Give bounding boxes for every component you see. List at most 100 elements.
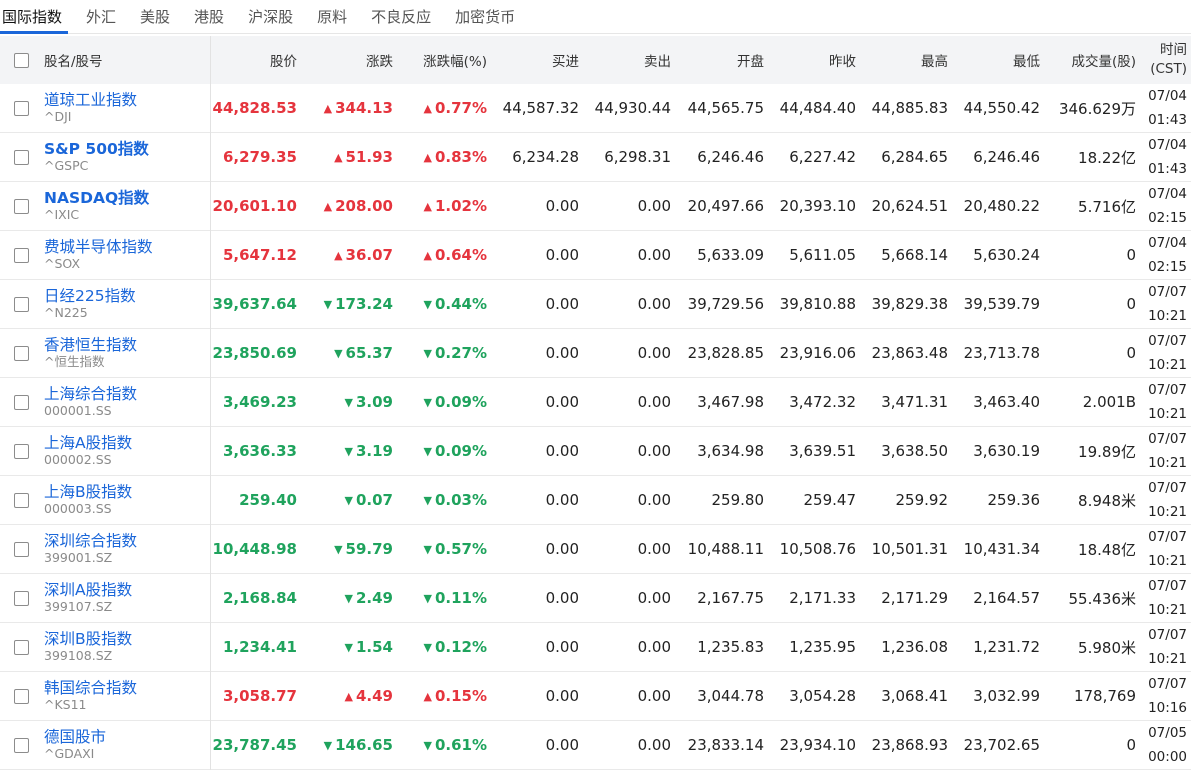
index-name-link[interactable]: 德国股市 [44,728,204,746]
low-cell: 259.36 [987,491,1041,509]
row-checkbox[interactable] [13,248,29,263]
row-checkbox[interactable] [13,738,29,753]
header-low[interactable]: 最低 [954,36,1046,84]
high-cell: 6,284.65 [881,148,948,166]
time-cell: 07/07 10:21 [1142,574,1191,623]
table-row[interactable]: 上海B股指数 000003.SS 259.40 ▼ 0.07 ▼ 0.03% 0.00 0.00… [0,475,1191,525]
table-row[interactable]: 上海A股指数 000002.SS 3,636.33 ▼ 3.19 ▼ 0.09% 0.00 0.… [0,426,1191,476]
prev-close-cell: 5,611.05 [789,246,856,264]
tab-0[interactable]: 国际指数 [0,0,74,34]
pct-value: 0.11% [434,589,487,607]
ask-cell: 0.00 [637,442,671,460]
index-name-link[interactable]: 深圳B股指数 [44,630,204,648]
low-cell: 20,480.22 [963,197,1040,215]
open-cell: 39,729.56 [687,295,764,313]
quote-time: 10:21 [1148,651,1187,667]
open-cell: 3,044.78 [697,687,764,705]
index-name-link[interactable]: NASDAQ指数 [44,189,204,207]
header-high[interactable]: 最高 [862,36,954,84]
quote-date: 07/04 [1148,137,1187,153]
index-name-link[interactable]: 道琼工业指数 [44,91,204,109]
pct-cell: ▼ 0.12% [399,623,493,672]
row-select-cell [0,623,42,672]
index-code: ^DJI [44,109,72,124]
tab-7[interactable]: 加密货币 [443,0,527,33]
prev-close-cell: 44,484.40 [779,99,856,117]
select-all-checkbox[interactable] [13,52,29,68]
change-cell: ▼ 1.54 [303,623,399,672]
pct-value: 0.09% [434,442,487,460]
tab-3[interactable]: 港股 [182,0,236,33]
index-name-link[interactable]: S&P 500指数 [44,140,204,158]
header-change[interactable]: 涨跌 [303,36,399,84]
header-open[interactable]: 开盘 [677,36,770,84]
header-price[interactable]: 股价 [210,36,303,84]
volume-cell: 2.001B [1082,393,1136,411]
tab-1[interactable]: 外汇 [74,0,128,33]
ask-cell: 0.00 [637,344,671,362]
row-checkbox[interactable] [13,640,29,655]
header-volume[interactable]: 成交量(股) [1046,36,1142,84]
table-row[interactable]: 深圳B股指数 399108.SZ 1,234.41 ▼ 1.54 ▼ 0.12% 0.00 0.… [0,622,1191,672]
index-name-link[interactable]: 上海A股指数 [44,434,204,452]
prev-close-cell: 1,235.95 [789,638,856,656]
open-cell: 23,833.14 [687,736,764,754]
index-name-link[interactable]: 上海B股指数 [44,483,204,501]
table-row[interactable]: 日经225指数 ^N225 39,637.64 ▼ 173.24 ▼ 0.44% 0.00 0.… [0,279,1191,329]
header-time[interactable]: 时间 (CST) [1142,36,1191,84]
high-cell: 23,868.93 [871,736,948,754]
row-checkbox[interactable] [13,542,29,557]
change-cell: ▲ 208.00 [303,182,399,231]
index-name-link[interactable]: 深圳综合指数 [44,532,204,550]
table-row[interactable]: S&P 500指数 ^GSPC 6,279.35 ▲ 51.93 ▲ 0.83% 6,234.… [0,132,1191,182]
volume-cell: 0 [1126,344,1136,362]
header-prev[interactable]: 昨收 [770,36,862,84]
row-checkbox[interactable] [13,444,29,459]
row-checkbox[interactable] [13,493,29,508]
table-row[interactable]: 深圳A股指数 399107.SZ 2,168.84 ▼ 2.49 ▼ 0.11% 0.00 0.… [0,573,1191,623]
pct-cell: ▲ 0.83% [399,133,493,182]
row-checkbox[interactable] [13,297,29,312]
tab-4[interactable]: 沪深股 [236,0,305,33]
index-name-link[interactable]: 韩国综合指数 [44,679,204,697]
index-code: 000002.SS [44,452,112,467]
index-name-link[interactable]: 香港恒生指数 [44,336,204,354]
table-row[interactable]: 费城半导体指数 ^SOX 5,647.12 ▲ 36.07 ▲ 0.64% 0.00 0.00 5… [0,230,1191,280]
row-checkbox[interactable] [13,346,29,361]
price-cell: 23,787.45 [212,736,297,754]
low-cell: 3,463.40 [973,393,1040,411]
index-name-link[interactable]: 上海综合指数 [44,385,204,403]
header-pct[interactable]: 涨跌幅(%) [399,36,493,84]
row-checkbox[interactable] [13,689,29,704]
bid-cell: 0.00 [545,687,579,705]
table-row[interactable]: 韩国综合指数 ^KS11 3,058.77 ▲ 4.49 ▲ 0.15% 0.00 0.00 3,… [0,671,1191,721]
table-row[interactable]: 德国股市 ^GDAXI 23,787.45 ▼ 146.65 ▼ 0.61% 0.00 0.00… [0,720,1191,770]
table-row[interactable]: 上海综合指数 000001.SS 3,469.23 ▼ 3.09 ▼ 0.09% 0.00 0.… [0,377,1191,427]
index-name-link[interactable]: 费城半导体指数 [44,238,204,256]
tab-6[interactable]: 不良反应 [359,0,443,33]
row-checkbox[interactable] [13,199,29,214]
index-name-link[interactable]: 深圳A股指数 [44,581,204,599]
quote-date: 07/07 [1148,529,1187,545]
pct-cell: ▼ 0.27% [399,329,493,378]
index-code: 000003.SS [44,501,112,516]
row-checkbox[interactable] [13,591,29,606]
index-code: 399001.SZ [44,550,113,565]
index-name-link[interactable]: 日经225指数 [44,287,204,305]
row-checkbox[interactable] [13,150,29,165]
row-checkbox[interactable] [13,395,29,410]
table-row[interactable]: NASDAQ指数 ^IXIC 20,601.10 ▲ 208.00 ▲ 1.02% 0.00 0… [0,181,1191,231]
table-row[interactable]: 道琼工业指数 ^DJI 44,828.53 ▲ 344.13 ▲ 0.77% 44,587.3… [0,84,1191,133]
header-bid[interactable]: 买进 [493,36,585,84]
ask-cell: 0.00 [637,687,671,705]
row-checkbox[interactable] [13,101,29,116]
header-ask[interactable]: 卖出 [585,36,677,84]
time-cell: 07/07 10:21 [1142,280,1191,329]
tab-5[interactable]: 原料 [305,0,359,33]
high-cell: 39,829.38 [871,295,948,313]
table-row[interactable]: 深圳综合指数 399001.SZ 10,448.98 ▼ 59.79 ▼ 0.57% 0.00… [0,524,1191,574]
tab-2[interactable]: 美股 [128,0,182,33]
time-cell: 07/07 10:21 [1142,476,1191,525]
table-row[interactable]: 香港恒生指数 ^恒生指数 23,850.69 ▼ 65.37 ▼ 0.27% 0.00 0.00… [0,328,1191,378]
header-name[interactable]: 股名/股号 [42,36,211,84]
